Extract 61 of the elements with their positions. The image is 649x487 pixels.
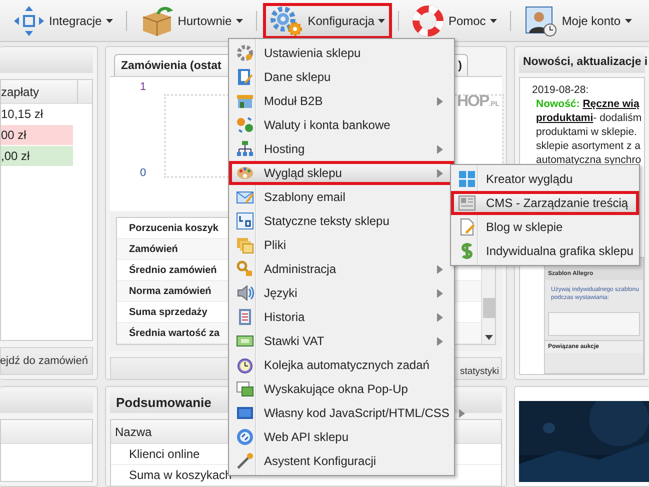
palette-icon bbox=[236, 164, 254, 182]
caret-icon bbox=[490, 18, 497, 22]
menu-item[interactable]: Waluty i konta bankowe bbox=[229, 113, 454, 137]
pencil-page-icon bbox=[458, 218, 476, 236]
news-text: sklepie asortyment z a bbox=[535, 139, 642, 153]
arrows-icon bbox=[13, 4, 45, 36]
gear-icon bbox=[270, 4, 304, 36]
news-text: automatyczna synchro bbox=[535, 153, 642, 167]
globe-icon bbox=[236, 428, 254, 446]
shop-icon bbox=[236, 92, 254, 110]
menu-item[interactable]: Hosting bbox=[229, 137, 454, 161]
grid-icon bbox=[458, 170, 476, 188]
layout-icon bbox=[458, 194, 476, 212]
lifebuoy-icon bbox=[412, 4, 444, 36]
toolbar-button[interactable]: Konfiguracja bbox=[262, 2, 392, 38]
news-text: produktami w sklepie. bbox=[535, 125, 638, 139]
axis-label: 0 bbox=[140, 167, 146, 179]
axis-label: 1 bbox=[140, 81, 146, 93]
menu-item[interactable]: Moduł B2B bbox=[229, 89, 454, 113]
menu-item[interactable]: Kreator wyglądu bbox=[451, 167, 639, 191]
gear-icon bbox=[236, 44, 254, 62]
column-header: zapłaty bbox=[1, 84, 40, 98]
html-icon bbox=[236, 404, 254, 422]
panel-header: Nowości, aktualizacje i bbox=[519, 51, 645, 73]
amount-cell: 00 zł bbox=[1, 125, 73, 145]
folders-icon bbox=[236, 236, 254, 254]
menu-item[interactable]: Ustawienia sklepu bbox=[229, 41, 454, 65]
news-headline: Nowość: Ręczne wią bbox=[535, 97, 640, 111]
notebook-icon bbox=[236, 68, 254, 86]
letters-icon bbox=[236, 212, 254, 230]
toolbar-button[interactable]: Hurtownie bbox=[132, 2, 250, 38]
currency-icon bbox=[236, 116, 254, 134]
toolbar-button[interactable]: Integracje bbox=[6, 2, 120, 38]
toolbar-button[interactable]: Pomoc bbox=[405, 2, 504, 38]
menu-item[interactable]: Języki bbox=[229, 281, 454, 305]
key-icon bbox=[236, 260, 254, 278]
column-header: Nazwa bbox=[115, 424, 152, 438]
caret-icon bbox=[624, 18, 632, 22]
network-icon bbox=[236, 140, 254, 158]
window-icon bbox=[236, 380, 254, 398]
caret-icon bbox=[106, 18, 113, 22]
clock-icon bbox=[236, 356, 254, 374]
menu-item[interactable]: Wygląd sklepu bbox=[229, 161, 454, 185]
scroll-down-icon[interactable] bbox=[484, 335, 492, 340]
menu-item[interactable]: CMS - Zarządzanie treścią bbox=[451, 191, 639, 215]
menu-item[interactable]: Dane sklepu bbox=[229, 65, 454, 89]
news-text: produktami- dodaliśm bbox=[535, 111, 643, 125]
amount-cell: ,00 zł bbox=[1, 146, 73, 166]
news-date: 2019-08-28: bbox=[532, 83, 590, 97]
user-icon bbox=[524, 4, 558, 36]
scrollbar-thumb[interactable] bbox=[482, 298, 494, 318]
menu-item[interactable]: Kolejka automatycznych zadań bbox=[229, 353, 454, 377]
document-icon bbox=[236, 308, 254, 326]
statistics-link[interactable]: statystyki bbox=[460, 366, 499, 376]
toolbar-button[interactable]: Moje konto bbox=[516, 2, 639, 38]
wand-icon bbox=[236, 452, 254, 470]
caret-icon bbox=[236, 18, 243, 22]
menu-item[interactable]: Szablony email bbox=[229, 185, 454, 209]
caret-icon bbox=[378, 18, 386, 22]
speaker-icon bbox=[236, 284, 254, 302]
menu-item[interactable]: Administracja bbox=[229, 257, 454, 281]
